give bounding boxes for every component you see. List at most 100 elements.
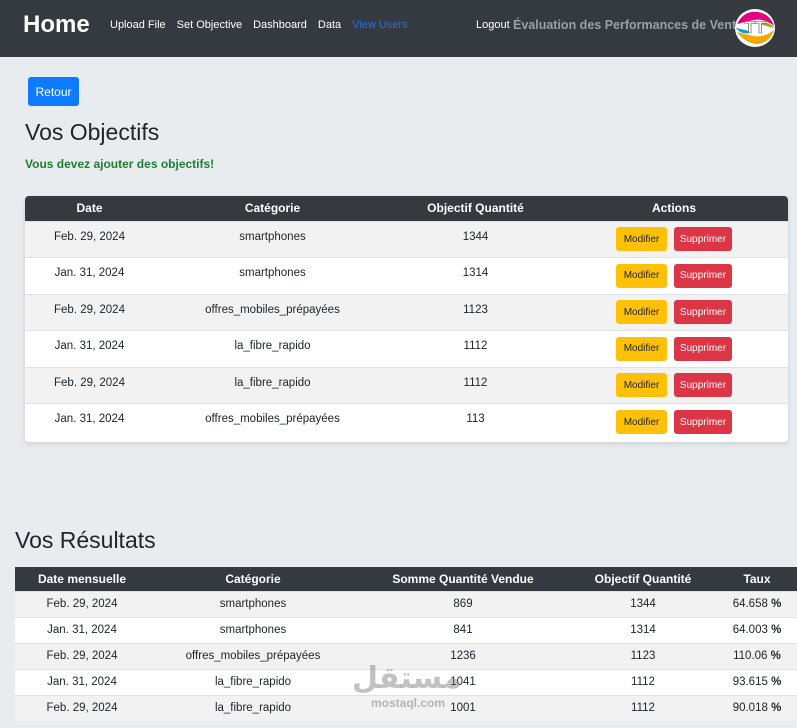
result-objective: 1314 [569,616,717,643]
watermark-latin: mostaql.com [371,696,446,710]
objective-actions: Modifier Supprimer [560,330,788,367]
result-date: Jan. 31, 2024 [15,616,149,643]
objective-row: Feb. 29, 2024 offres_mobiles_prépayées 1… [25,293,788,331]
objective-actions: Modifier Supprimer [560,257,788,294]
navbar: Home Upload File Set Objective Dashboard… [0,0,797,57]
objective-actions: Modifier Supprimer [560,403,788,440]
result-category: la_fibre_rapido [149,694,357,721]
back-button[interactable]: Retour [28,77,79,106]
result-date: Jan. 31, 2024 [15,668,149,695]
objective-actions: Modifier Supprimer [560,220,788,258]
objectives-warning: Vous devez ajouter des objectifs! [25,157,215,171]
edit-button[interactable]: Modifier [616,300,667,325]
result-category: smartphones [149,590,357,617]
edit-button[interactable]: Modifier [616,373,667,398]
tt-logo-icon: TT [735,9,775,47]
header-monthly-date: Date mensuelle [15,567,149,591]
result-date: Feb. 29, 2024 [15,590,149,617]
nav-view-users[interactable]: View Users [352,19,407,31]
delete-button[interactable]: Supprimer [674,300,732,325]
rate-unit: % [771,598,782,610]
result-date: Feb. 29, 2024 [15,694,149,721]
objective-category: smartphones [154,220,391,258]
result-rate: 90.018 % [717,694,797,721]
nav-links: Upload File Set Objective Dashboard Data… [110,19,408,31]
edit-button[interactable]: Modifier [616,336,667,361]
result-category: smartphones [149,616,357,643]
rate-unit: % [771,676,782,688]
delete-button[interactable]: Supprimer [674,263,732,288]
header-objective-qty: Objectif Quantité [569,567,717,591]
header-actions: Actions [560,196,788,221]
delete-button[interactable]: Supprimer [674,410,732,434]
header-objective-qty: Objectif Quantité [391,196,560,221]
edit-button[interactable]: Modifier [616,227,667,252]
objective-row: Jan. 31, 2024 offres_mobiles_prépayées 1… [25,403,788,440]
objective-row: Feb. 29, 2024 smartphones 1344 Modifier S… [25,220,788,258]
objective-actions: Modifier Supprimer [560,293,788,331]
objective-category: la_fibre_rapido [154,366,391,404]
results-header-row: Date mensuelle Catégorie Somme Quantité … [15,567,797,591]
logo-text: TT [745,18,766,37]
nav-set-objective[interactable]: Set Objective [177,19,242,31]
header-category: Catégorie [154,196,391,221]
result-rate: 64.003 % [717,616,797,643]
rate-value: 110.06 [733,650,768,662]
objective-qty: 1112 [391,366,560,404]
objective-date: Jan. 31, 2024 [25,257,154,294]
app-title: Évaluation des Performances de Vente [513,18,743,32]
objective-category: smartphones [154,257,391,294]
delete-button[interactable]: Supprimer [674,373,732,398]
objectives-title: Vos Objectifs [25,119,160,145]
result-category: offres_mobiles_prépayées [149,642,357,669]
objective-date: Feb. 29, 2024 [25,293,154,331]
rate-unit: % [771,702,782,715]
logout-link[interactable]: Logout [476,19,510,31]
result-objective: 1123 [569,642,717,669]
objective-category: offres_mobiles_prépayées [154,403,391,440]
result-category: la_fibre_rapido [149,668,357,695]
objectives-card: Date Catégorie Objectif Quantité Actions… [25,196,788,442]
result-date: Feb. 29, 2024 [15,642,149,669]
objectives-header-row: Date Catégorie Objectif Quantité Actions [25,196,788,221]
objective-qty: 1314 [391,257,560,294]
result-objective: 1112 [569,694,717,721]
result-row: Feb. 29, 2024 smartphones 869 1344 64.65… [15,590,797,617]
rate-unit: % [770,650,781,662]
objective-actions: Modifier Supprimer [560,366,788,404]
objective-qty: 113 [391,403,560,440]
objective-row: Jan. 31, 2024 la_fibre_rapido 1112 Modif… [25,330,788,367]
objective-qty: 1123 [391,293,560,331]
result-row: Jan. 31, 2024 smartphones 841 1314 64.00… [15,616,797,643]
objective-date: Jan. 31, 2024 [25,403,154,440]
delete-button[interactable]: Supprimer [674,336,732,361]
objective-qty: 1344 [391,220,560,258]
objective-row: Jan. 31, 2024 smartphones 1314 Modifier S… [25,257,788,294]
nav-dashboard[interactable]: Dashboard [253,19,307,31]
rate-value: 64.003 [732,624,768,636]
rate-value: 90.018 [732,702,768,715]
nav-data[interactable]: Data [318,19,341,31]
edit-button[interactable]: Modifier [616,410,667,434]
objective-date: Feb. 29, 2024 [25,366,154,404]
brand-home-link[interactable]: Home [23,11,90,39]
watermark-arabic: مستقل [352,662,462,695]
objective-date: Feb. 29, 2024 [25,220,154,258]
rate-value: 93.615 [732,676,768,688]
rate-unit: % [771,624,782,636]
edit-button[interactable]: Modifier [616,263,667,288]
result-sold: 869 [357,590,569,617]
objectives-table: Date Catégorie Objectif Quantité Actions… [25,196,788,440]
result-rate: 110.06 % [717,642,797,669]
results-title: Vos Résultats [15,527,156,553]
rate-value: 64.658 [732,598,768,610]
objective-category: la_fibre_rapido [154,330,391,367]
result-objective: 1344 [569,590,717,617]
objective-date: Jan. 31, 2024 [25,330,154,367]
result-rate: 64.658 % [717,590,797,617]
header-rate: Taux [717,567,797,591]
header-sold-qty: Somme Quantité Vendue [357,567,569,591]
nav-upload-file[interactable]: Upload File [110,19,166,31]
objective-row: Feb. 29, 2024 la_fibre_rapido 1112 Modif… [25,366,788,404]
delete-button[interactable]: Supprimer [674,227,732,252]
